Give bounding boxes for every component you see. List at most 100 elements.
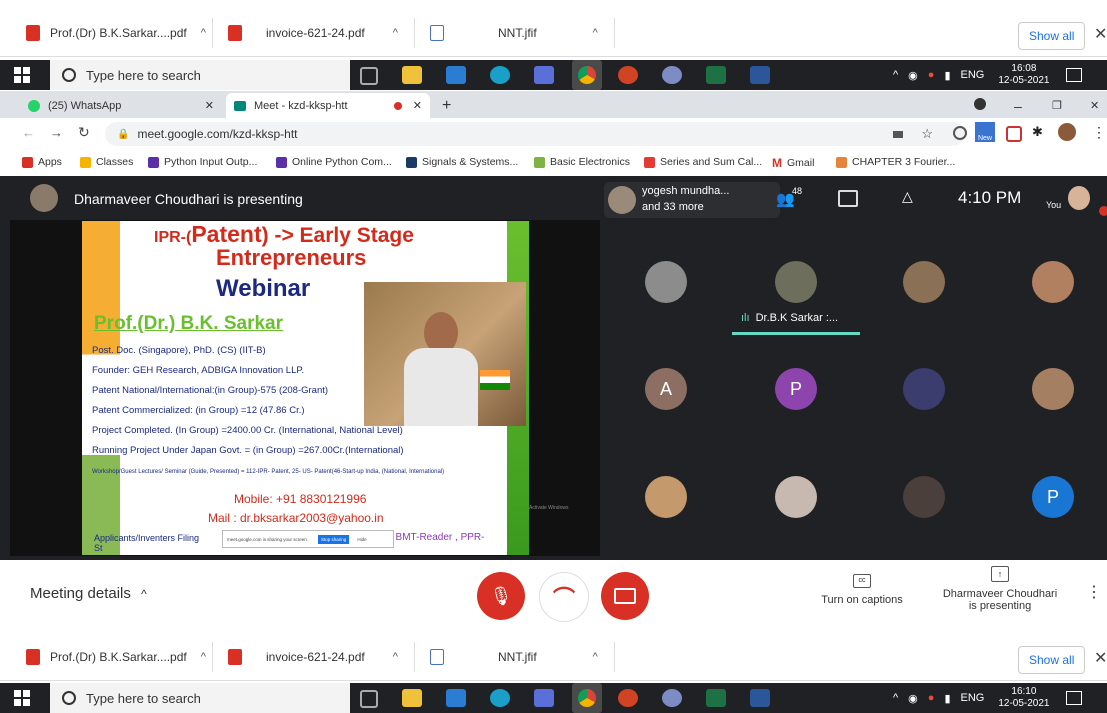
windows-start-icon[interactable] [14, 690, 30, 706]
participant-tile[interactable] [775, 476, 817, 518]
participant-tile[interactable] [903, 476, 945, 518]
app-icon[interactable] [534, 689, 554, 707]
hide-button[interactable]: Hide [357, 537, 366, 542]
volume-icon[interactable]: ▮ [944, 69, 950, 82]
minimize-icon[interactable]: – [1014, 93, 1022, 118]
more-options-icon[interactable]: ⋮ [1086, 582, 1102, 602]
chevron-up-icon[interactable]: ^ [593, 651, 598, 663]
captions-button[interactable]: cc Turn on captions [812, 574, 912, 606]
participant-tile[interactable] [1032, 261, 1074, 303]
bookmark-classes[interactable]: Classes [80, 156, 133, 168]
bookmark-apps[interactable]: Apps [22, 156, 62, 168]
participant-tile[interactable] [645, 261, 687, 303]
participant-tile[interactable]: P [775, 368, 817, 410]
chevron-up-icon[interactable]: ^ [893, 69, 898, 81]
leave-call-button[interactable]: ⌒ [539, 572, 589, 622]
star-icon[interactable]: ☆ [921, 126, 933, 142]
stop-sharing-button[interactable]: Stop sharing [318, 534, 350, 544]
tab-meet[interactable]: Meet - kzd-kksp-htt ✕ [226, 93, 430, 118]
bookmark-series-sum[interactable]: Series and Sum Cal... [644, 156, 762, 168]
language-indicator[interactable]: ENG [961, 69, 985, 81]
profile-icon[interactable] [974, 98, 986, 110]
close-icon[interactable]: ✕ [1094, 24, 1107, 44]
download-item-1[interactable]: Prof.(Dr) B.K.Sarkar....pdf ^ [26, 18, 206, 48]
chevron-up-icon[interactable]: ^ [393, 27, 398, 39]
mail-icon[interactable] [446, 689, 466, 707]
download-item-2[interactable]: invoice-621-24.pdf ^ [228, 18, 398, 48]
present-now-button[interactable]: ↑ Dharmaveer Choudhari is presenting [932, 566, 1068, 612]
taskbar-search[interactable]: Type here to search [50, 683, 350, 713]
download-item-3[interactable]: NNT.jfif ^ [430, 18, 598, 48]
activities-icon[interactable]: △ [902, 188, 913, 205]
url-field[interactable]: 🔒 meet.google.com/kzd-kksp-htt ☆ [105, 122, 965, 146]
mic-off-button[interactable]: 🎙 [477, 572, 525, 620]
bookmark-chapter3[interactable]: CHAPTER 3 Fourier... [836, 156, 955, 168]
notification-icon[interactable] [1065, 691, 1082, 705]
chevron-up-icon[interactable]: ^ [393, 651, 398, 663]
show-all-button[interactable]: Show all [1018, 22, 1086, 50]
window-close-icon[interactable]: ✕ [1090, 93, 1099, 118]
powerpoint-icon[interactable] [618, 66, 638, 84]
word-icon[interactable] [750, 689, 770, 707]
download-item-3[interactable]: NNT.jfif ^ [430, 642, 598, 672]
menu-icon[interactable]: ⋮ [1092, 124, 1106, 141]
app-icon[interactable] [662, 689, 682, 707]
powerpoint-icon[interactable] [618, 689, 638, 707]
bookmark-basic-electronics[interactable]: Basic Electronics [534, 156, 630, 168]
avatar[interactable] [1058, 123, 1076, 141]
close-icon[interactable]: ✕ [413, 99, 422, 112]
tab-whatsapp[interactable]: (25) WhatsApp ✕ [20, 93, 220, 118]
forward-icon[interactable]: → [50, 125, 63, 140]
bookmark-online-python[interactable]: Online Python Com... [276, 156, 392, 168]
chevron-up-icon[interactable]: ^ [593, 27, 598, 39]
camera-off-button[interactable] [601, 572, 649, 620]
excel-icon[interactable] [706, 66, 726, 84]
participants-preview[interactable]: yogesh mundha... and 33 more [604, 182, 780, 218]
tray-app-icon[interactable]: ● [928, 692, 935, 704]
task-view-icon[interactable] [360, 690, 378, 708]
taskbar-search[interactable]: Type here to search [50, 60, 350, 90]
puzzle-icon[interactable]: ✱ [1032, 124, 1043, 140]
mail-icon[interactable] [446, 66, 466, 84]
file-explorer-icon[interactable] [402, 689, 422, 707]
close-icon[interactable]: ✕ [205, 99, 214, 112]
download-item-2[interactable]: invoice-621-24.pdf ^ [228, 642, 398, 672]
participant-tile[interactable] [903, 261, 945, 303]
meeting-details-button[interactable]: Meeting details ^ [30, 585, 147, 602]
volume-icon[interactable]: ▮ [944, 692, 950, 705]
new-extension-icon[interactable]: New [975, 122, 995, 142]
chevron-up-icon[interactable]: ^ [893, 692, 898, 704]
clock[interactable]: 16:10 12-05-2021 [998, 686, 1049, 710]
network-icon[interactable]: ◉ [908, 692, 918, 705]
reload-icon[interactable]: ↻ [78, 124, 90, 141]
participant-tile[interactable]: P [1032, 476, 1074, 518]
chevron-up-icon[interactable]: ^ [201, 27, 206, 39]
clock[interactable]: 16:08 12-05-2021 [998, 63, 1049, 87]
show-all-button[interactable]: Show all [1018, 646, 1086, 674]
windows-start-icon[interactable] [14, 67, 30, 83]
network-icon[interactable]: ◉ [908, 69, 918, 82]
edge-icon[interactable] [490, 689, 510, 707]
participant-tile[interactable] [645, 476, 687, 518]
bookmark-signals[interactable]: Signals & Systems... [406, 156, 518, 168]
maximize-icon[interactable]: ❐ [1052, 93, 1062, 118]
bookmark-python-input[interactable]: Python Input Outp... [148, 156, 257, 168]
word-icon[interactable] [750, 66, 770, 84]
chrome-icon-active[interactable] [572, 60, 602, 90]
language-indicator[interactable]: ENG [961, 692, 985, 704]
edge-icon[interactable] [490, 66, 510, 84]
bookmark-gmail[interactable]: M Gmail [772, 156, 814, 170]
participant-tile[interactable] [903, 368, 945, 410]
chrome-icon-active[interactable] [572, 683, 602, 713]
new-tab-button[interactable]: + [442, 93, 451, 118]
back-icon[interactable]: ← [22, 125, 35, 140]
notification-icon[interactable] [1065, 68, 1082, 82]
download-item-1[interactable]: Prof.(Dr) B.K.Sarkar....pdf ^ [26, 642, 206, 672]
file-explorer-icon[interactable] [402, 66, 422, 84]
app-icon[interactable] [662, 66, 682, 84]
close-icon[interactable]: ✕ [1094, 648, 1107, 668]
task-view-icon[interactable] [360, 67, 378, 85]
camera-icon[interactable] [893, 130, 903, 138]
app-icon[interactable] [534, 66, 554, 84]
tray-app-icon[interactable]: ● [928, 69, 935, 81]
